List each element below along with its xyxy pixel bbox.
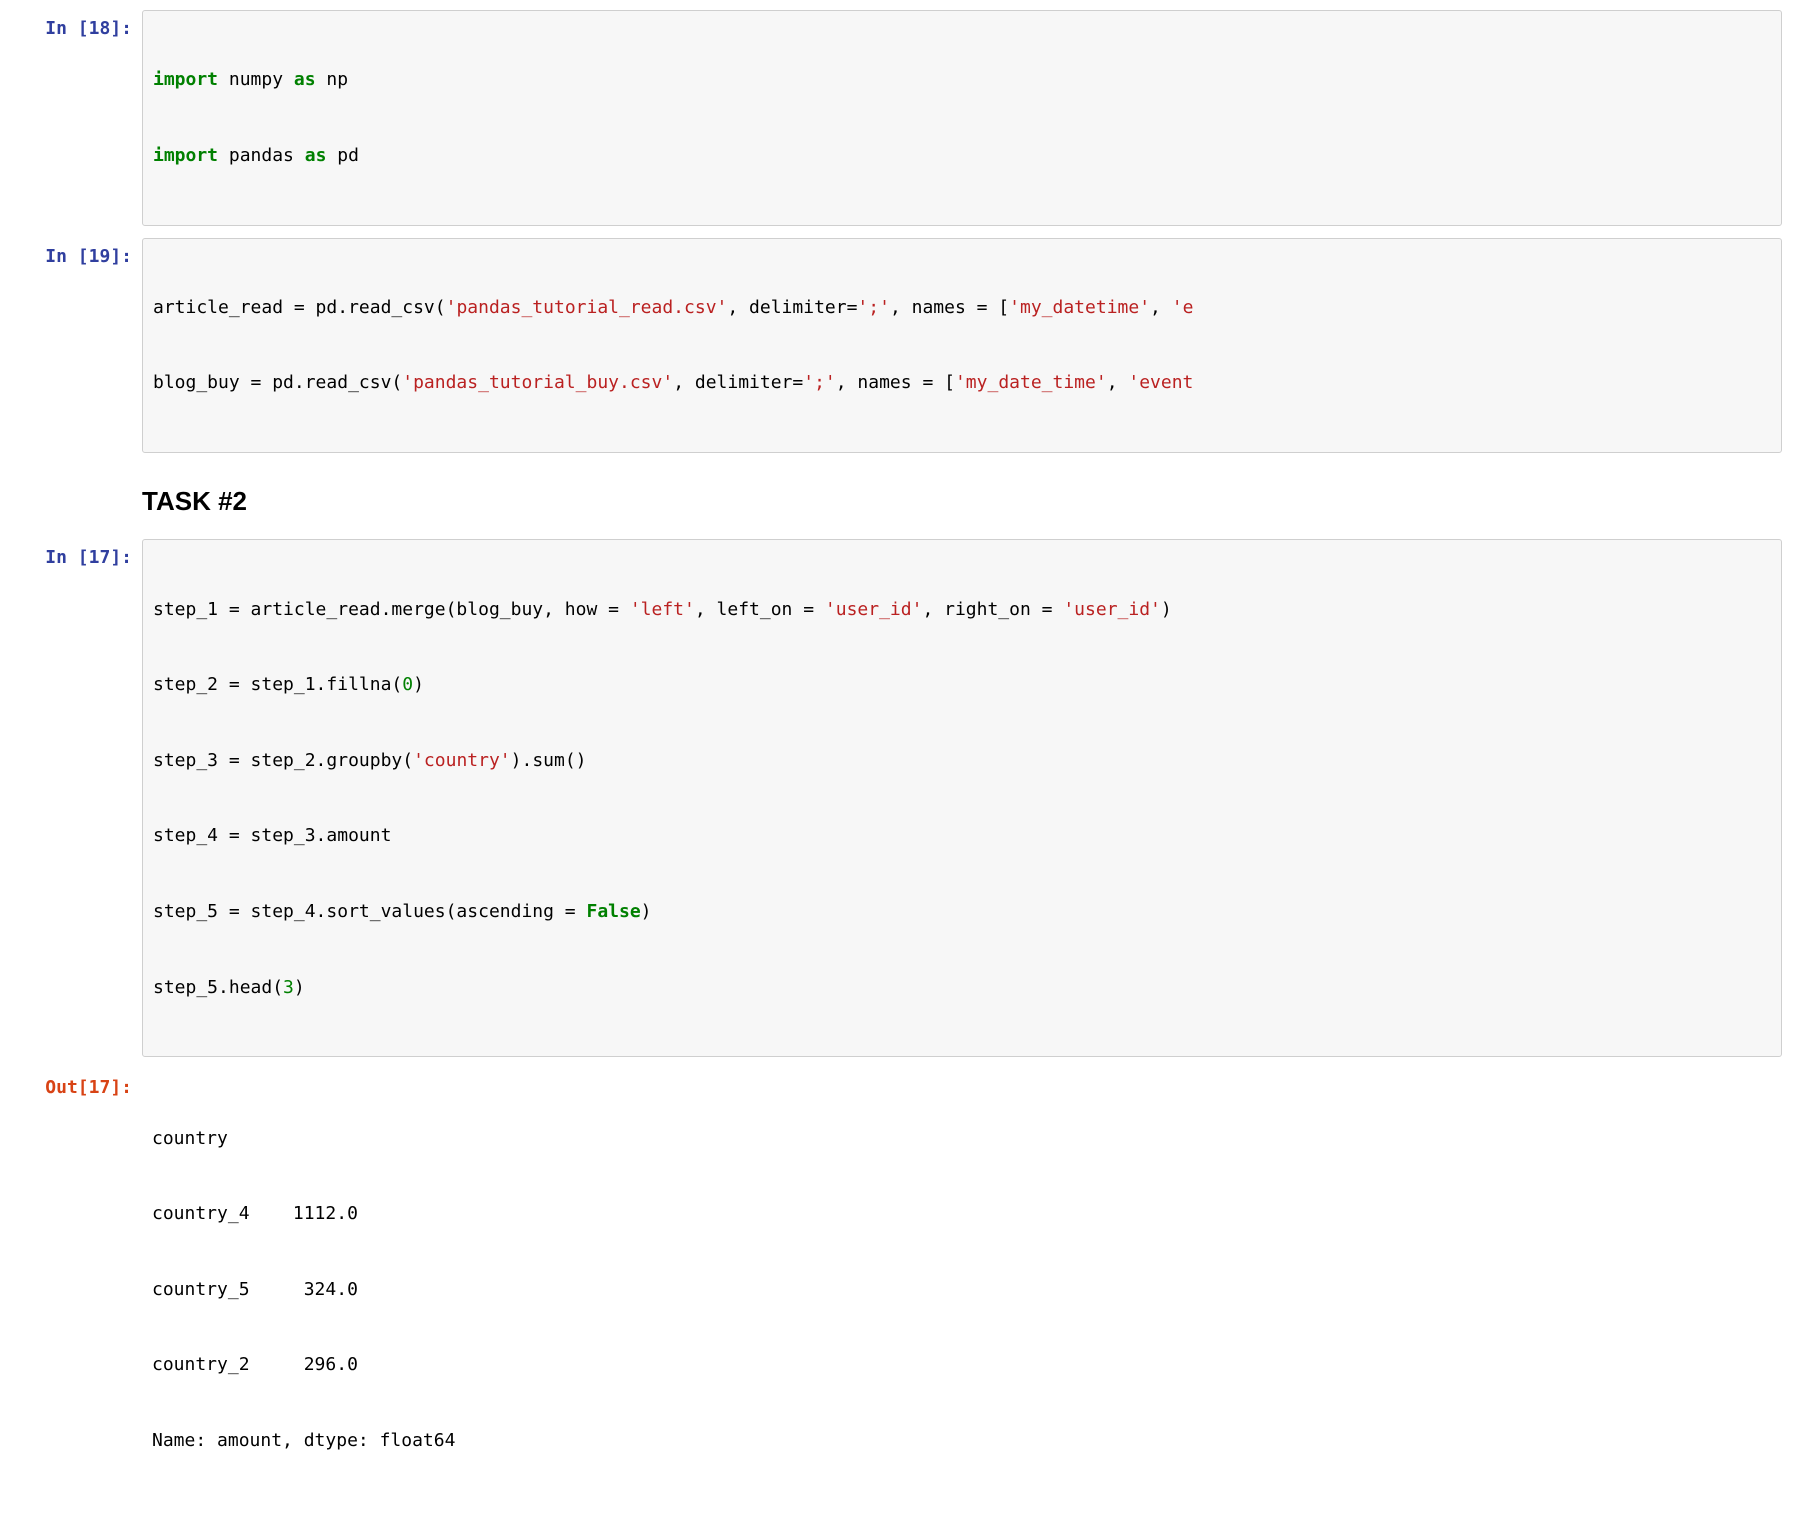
markdown-task2: TASK #2 [0, 465, 1796, 527]
cell-18: In [18]: import numpy as np import panda… [0, 10, 1796, 226]
prompt-empty [14, 465, 142, 527]
code-input-19[interactable]: article_read = pd.read_csv('pandas_tutor… [142, 238, 1782, 454]
prompt-in-17: In [17]: [14, 539, 142, 1057]
prompt-out-17: Out[17]: [14, 1069, 142, 1509]
code-input-17[interactable]: step_1 = article_read.merge(blog_buy, ho… [142, 539, 1782, 1057]
prompt-in-19: In [19]: [14, 238, 142, 454]
code-input-18[interactable]: import numpy as np import pandas as pd [142, 10, 1782, 226]
cell-17-in: In [17]: step_1 = article_read.merge(blo… [0, 539, 1796, 1057]
prompt-in-18: In [18]: [14, 10, 142, 226]
heading-task2: TASK #2 [142, 483, 1782, 519]
cell-17-out: Out[17]: country country_4 1112.0 countr… [0, 1069, 1796, 1509]
cell-19: In [19]: article_read = pd.read_csv('pan… [0, 238, 1796, 454]
output-17: country country_4 1112.0 country_5 324.0… [142, 1069, 1782, 1509]
